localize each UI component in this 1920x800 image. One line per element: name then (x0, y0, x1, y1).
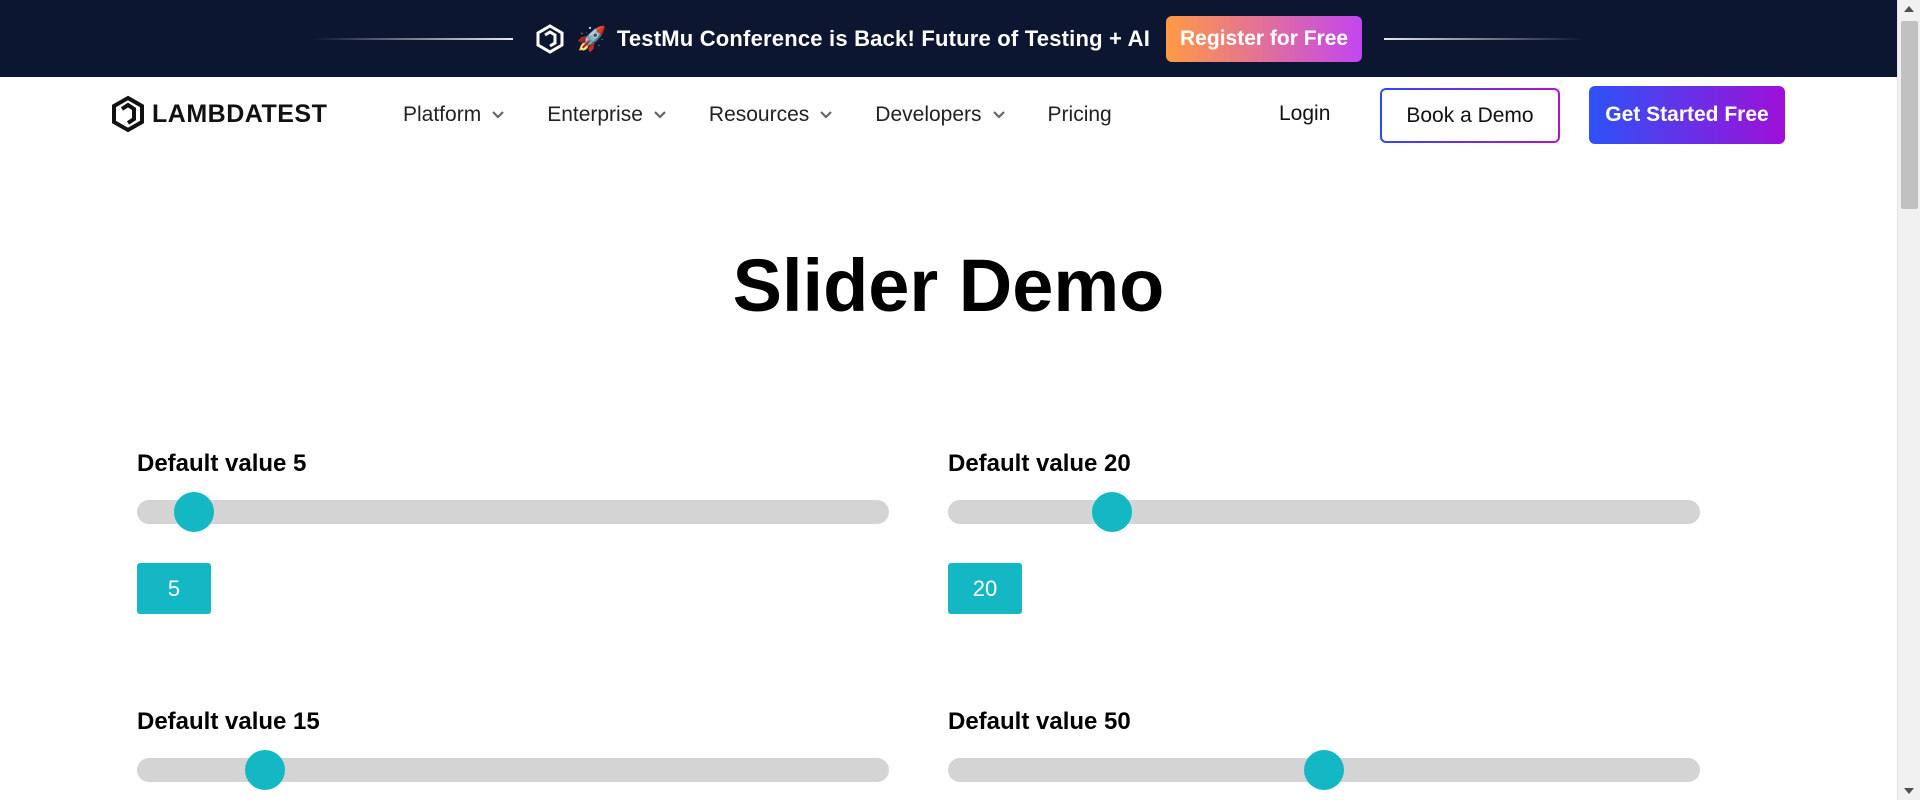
slider-block: Default value 15 (137, 708, 889, 800)
slider-thumb[interactable] (1091, 492, 1132, 532)
book-demo-button[interactable]: Book a Demo (1380, 88, 1560, 143)
slider-label: Default value 50 (948, 708, 1131, 735)
login-link[interactable]: Login (1279, 102, 1330, 126)
chevron-down-icon (654, 111, 666, 119)
slider-value-output: 5 (137, 563, 211, 614)
chevron-down-icon (992, 111, 1005, 119)
chevron-down-icon (820, 111, 833, 119)
slider-block: Default value 5 5 (137, 450, 889, 620)
nav-item-label: Enterprise (547, 103, 643, 126)
slider-label: Default value 20 (948, 450, 1131, 477)
get-started-button[interactable]: Get Started Free (1589, 86, 1785, 144)
nav-item-platform[interactable]: Platform (403, 103, 505, 127)
register-button[interactable]: Register for Free (1166, 15, 1363, 62)
page-title: Slider Demo (732, 244, 1165, 327)
lambdatest-logo-icon (112, 95, 144, 133)
slider-thumb[interactable] (174, 492, 215, 532)
promo-banner: 🚀 TestMu Conference is Back! Future of T… (0, 0, 1897, 77)
main-nav: LAMBDATEST Platform Enterprise Resources… (0, 77, 1897, 153)
scroll-down-arrow-icon[interactable] (1904, 788, 1914, 794)
slider-block: Default value 50 (948, 708, 1700, 800)
slider-thumb[interactable] (1304, 750, 1344, 790)
nav-item-label: Developers (875, 103, 982, 126)
scroll-thumb[interactable] (1901, 21, 1918, 209)
chevron-down-icon (492, 111, 504, 119)
nav-item-label: Platform (403, 103, 482, 126)
slider-track[interactable] (948, 500, 1700, 524)
slider-block: Default value 20 20 (948, 450, 1700, 620)
page-scrollbar[interactable] (1897, 0, 1920, 800)
brand-name: LAMBDATEST (152, 99, 328, 128)
slider-label: Default value 5 (137, 450, 307, 477)
slider-track[interactable] (137, 500, 889, 524)
nav-menu: Platform Enterprise Resources Developers… (403, 77, 1154, 153)
nav-item-resources[interactable]: Resources (709, 103, 833, 127)
nav-item-developers[interactable]: Developers (875, 103, 1005, 127)
promo-divider-right (1384, 37, 1585, 40)
scroll-up-arrow-icon[interactable] (1904, 6, 1914, 12)
nav-item-pricing[interactable]: Pricing (1048, 103, 1112, 127)
slider-thumb[interactable] (245, 750, 286, 790)
nav-item-label: Pricing (1047, 103, 1112, 126)
promo-divider-left (312, 37, 513, 40)
slider-label: Default value 15 (137, 708, 320, 735)
promo-text: TestMu Conference is Back! Future of Tes… (616, 25, 1151, 51)
testmu-logo-icon (535, 23, 565, 54)
brand-logo[interactable]: LAMBDATEST (110, 95, 327, 133)
nav-item-label: Resources (708, 103, 810, 126)
slider-value-output: 20 (948, 563, 1022, 614)
rocket-icon: 🚀 (576, 24, 607, 53)
nav-item-enterprise[interactable]: Enterprise (547, 103, 667, 127)
